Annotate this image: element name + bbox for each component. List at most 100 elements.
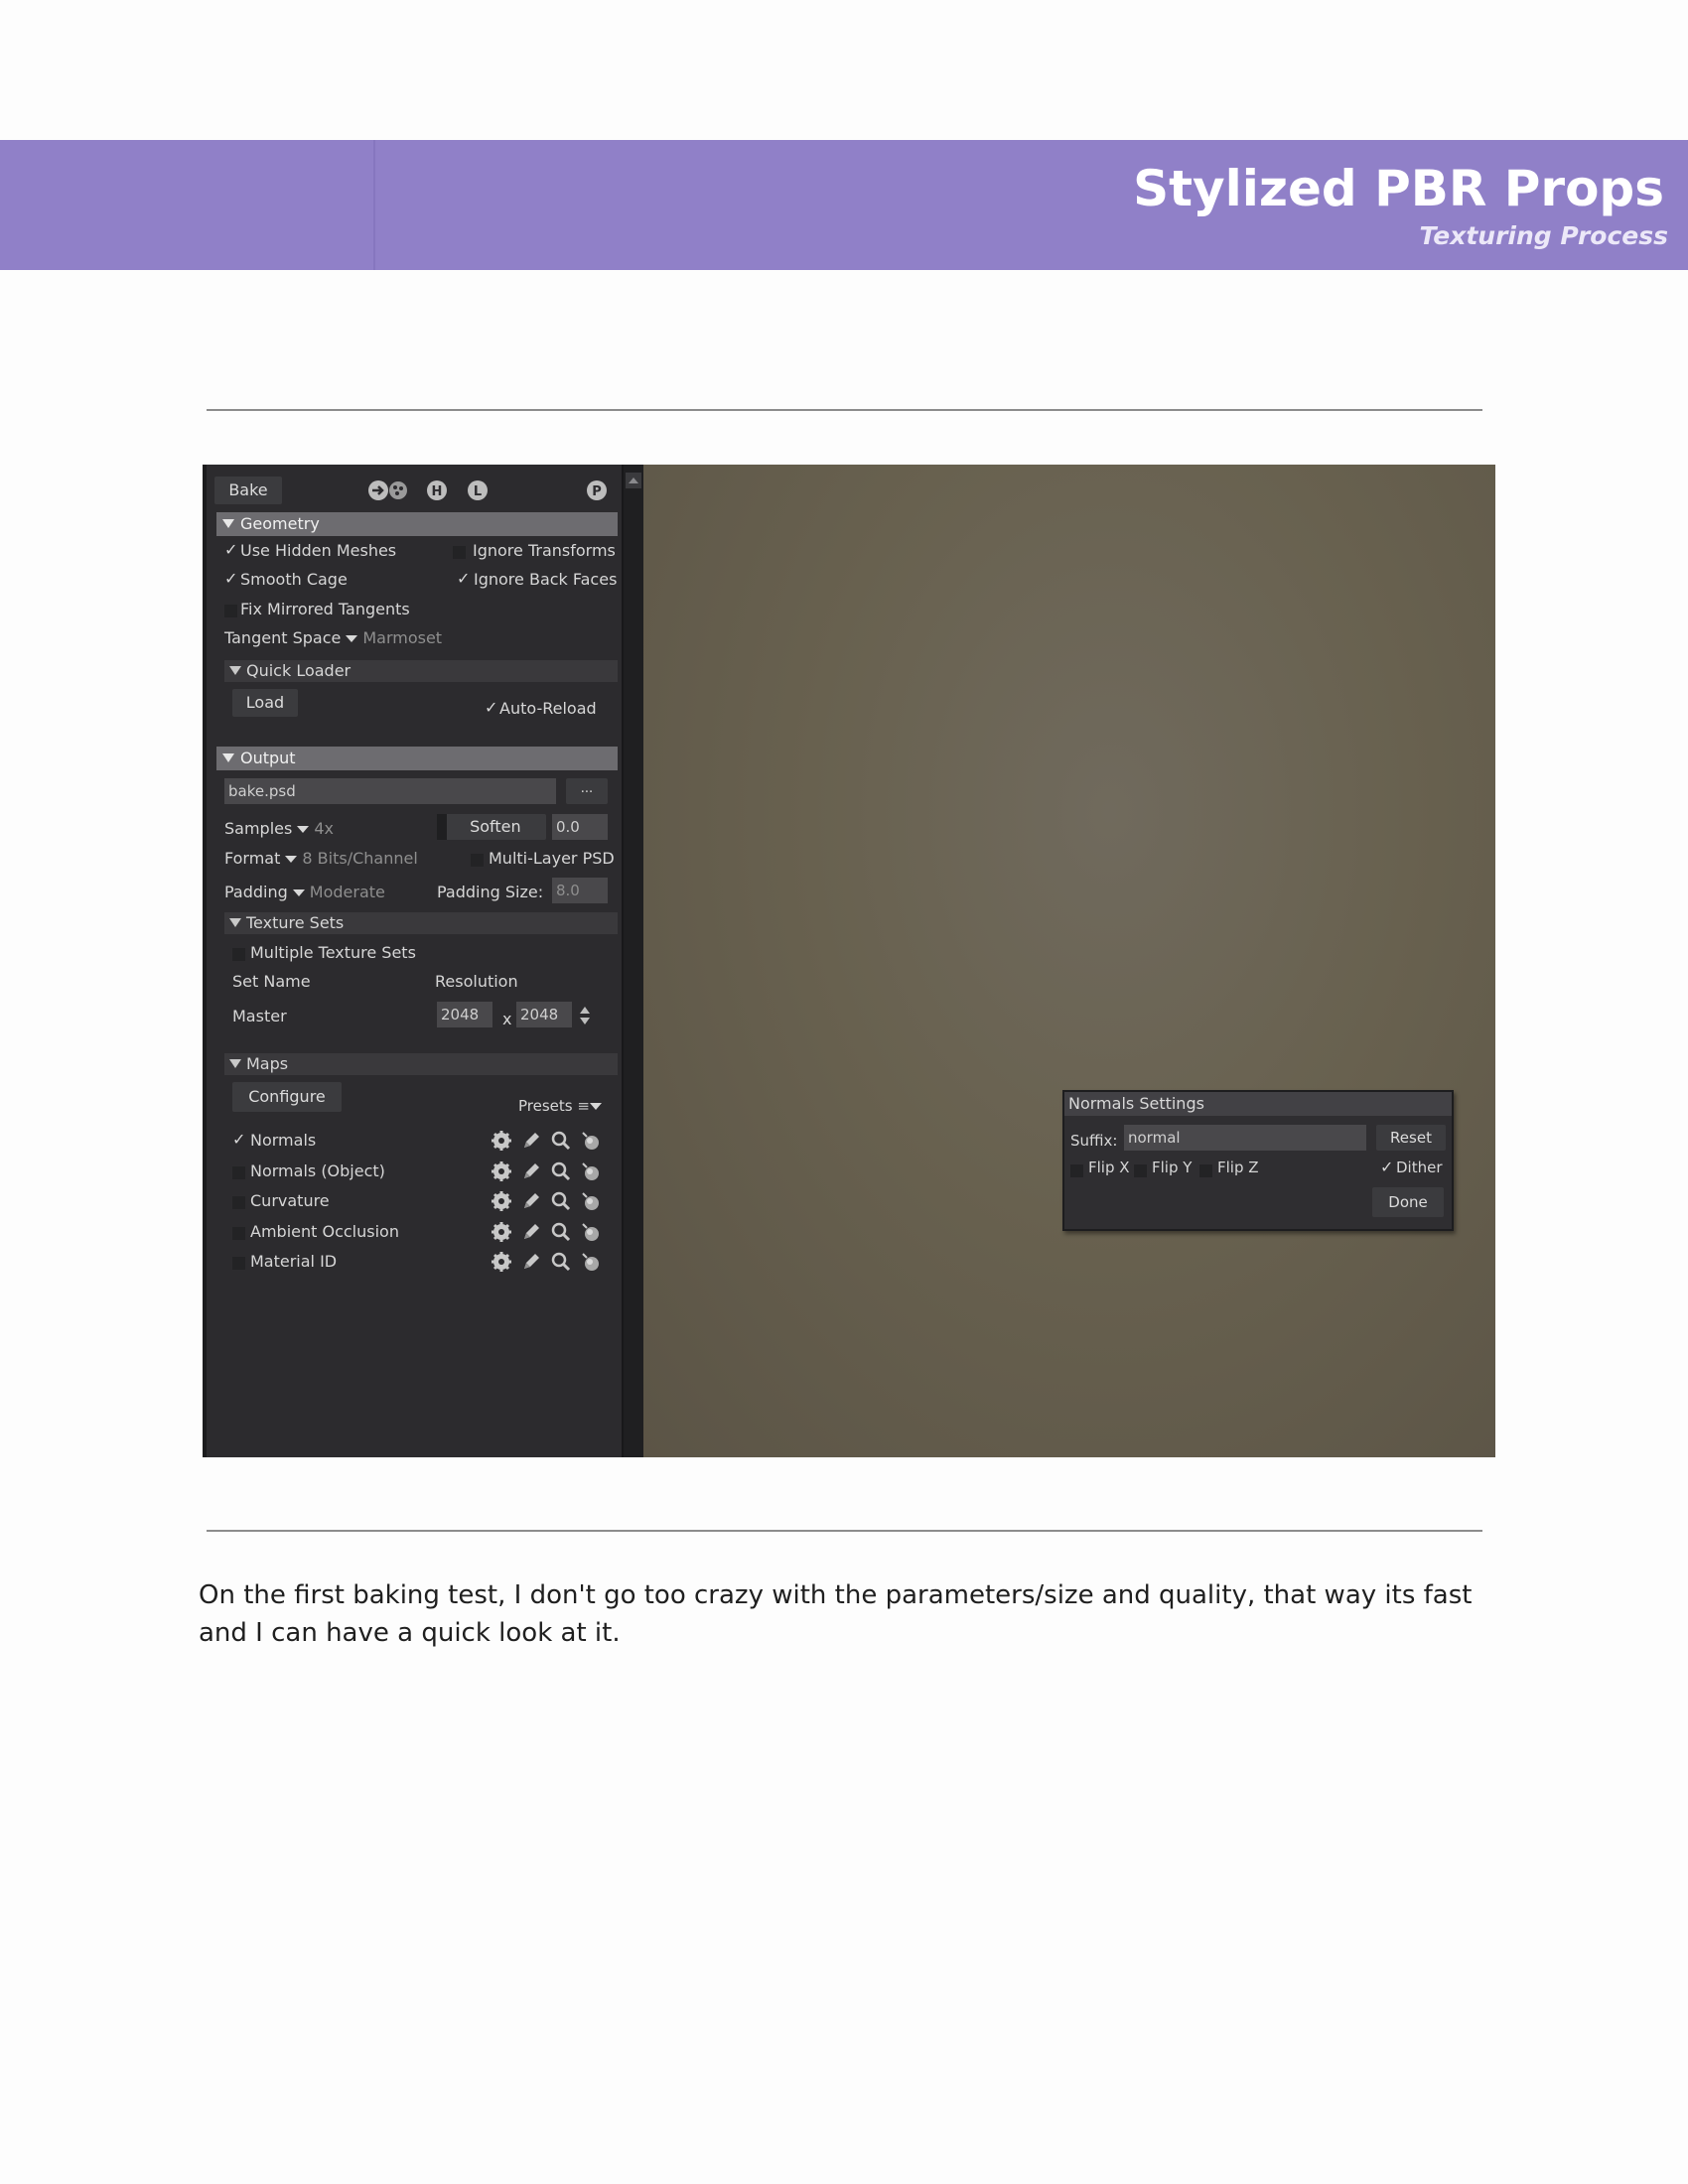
map-label[interactable]: Material ID (250, 1252, 337, 1271)
checkmark-icon[interactable]: ✓ (1380, 1158, 1393, 1176)
map-checkbox[interactable] (232, 1257, 245, 1270)
geometry-section-header[interactable]: Geometry (216, 512, 618, 536)
suffix-input[interactable]: normal (1124, 1125, 1366, 1151)
use-hidden-meshes-label[interactable]: Use Hidden Meshes (240, 541, 396, 560)
smooth-cage-label[interactable]: Smooth Cage (240, 570, 348, 589)
format-value: 8 Bits/Channel (302, 849, 418, 868)
tangent-space-dropdown[interactable]: Tangent Space Marmoset (224, 628, 442, 647)
checkmark-icon[interactable]: ✓ (232, 1130, 245, 1149)
quick-loader-section-header[interactable]: Quick Loader (224, 660, 618, 682)
pencil-icon[interactable] (520, 1190, 542, 1212)
fix-mirrored-tangents-label[interactable]: Fix Mirrored Tangents (240, 600, 410, 618)
checkmark-icon[interactable]: ✓ (224, 540, 237, 559)
map-label[interactable]: Normals (Object) (250, 1161, 385, 1180)
map-checkbox[interactable] (232, 1226, 245, 1240)
arrows-icon[interactable] (367, 479, 411, 501)
flip-x-checkbox[interactable] (1070, 1164, 1083, 1177)
magnifier-icon[interactable] (550, 1130, 572, 1152)
load-button[interactable]: Load (232, 689, 298, 717)
pencil-icon[interactable] (520, 1160, 542, 1182)
h-icon[interactable]: H (426, 479, 448, 501)
gear-icon[interactable] (491, 1130, 512, 1152)
scroll-up-arrow-icon[interactable] (626, 473, 641, 488)
map-row: Curvature (207, 1188, 622, 1216)
auto-reload-label[interactable]: Auto-Reload (499, 699, 597, 718)
maps-section-header[interactable]: Maps (224, 1053, 618, 1075)
svg-text:L: L (474, 484, 482, 499)
multilayer-psd-checkbox[interactable] (471, 854, 484, 867)
done-button[interactable]: Done (1372, 1187, 1444, 1217)
multiple-texture-sets-checkbox[interactable] (232, 948, 245, 961)
checkmark-icon[interactable]: ✓ (224, 569, 237, 588)
pencil-icon[interactable] (520, 1130, 542, 1152)
panel-scrollbar[interactable] (622, 465, 643, 1457)
gear-icon[interactable] (491, 1160, 512, 1182)
l-icon[interactable]: L (467, 479, 489, 501)
multiple-texture-sets-label[interactable]: Multiple Texture Sets (250, 943, 416, 962)
samples-label: Samples (224, 819, 293, 838)
ignore-transforms-checkbox[interactable] (453, 546, 466, 559)
screenshot: Bake H L P Geometry ✓ Use Hidden Meshes … (203, 465, 1495, 1457)
presets-label: Presets (518, 1097, 573, 1115)
flip-z-label[interactable]: Flip Z (1217, 1159, 1259, 1176)
soften-button[interactable]: Soften (437, 814, 546, 840)
checkmark-icon[interactable]: ✓ (457, 569, 470, 588)
map-label[interactable]: Ambient Occlusion (250, 1222, 399, 1241)
pencil-icon[interactable] (520, 1251, 542, 1273)
configure-button[interactable]: Configure (232, 1082, 342, 1112)
padding-value: Moderate (309, 883, 385, 901)
flip-y-label[interactable]: Flip Y (1152, 1159, 1192, 1176)
dither-label[interactable]: Dither (1396, 1159, 1443, 1176)
sphere-icon[interactable] (580, 1130, 602, 1152)
padding-size-field[interactable]: 8.0 (552, 878, 608, 903)
map-label[interactable]: Curvature (250, 1191, 330, 1210)
soften-label: Soften (470, 817, 521, 836)
samples-dropdown[interactable]: Samples 4x (224, 819, 334, 838)
resolution-width-field[interactable]: 2048 (437, 1002, 492, 1027)
flip-x-label[interactable]: Flip X (1088, 1159, 1130, 1176)
magnifier-icon[interactable] (550, 1251, 572, 1273)
dialog-title: Normals Settings (1064, 1092, 1452, 1116)
magnifier-icon[interactable] (550, 1160, 572, 1182)
ignore-transforms-label[interactable]: Ignore Transforms (473, 541, 616, 560)
magnifier-icon[interactable] (550, 1190, 572, 1212)
padding-dropdown[interactable]: Padding Moderate (224, 883, 385, 901)
output-section-header[interactable]: Output (216, 747, 618, 770)
flip-y-checkbox[interactable] (1134, 1164, 1147, 1177)
reset-button[interactable]: Reset (1376, 1125, 1446, 1151)
presets-dropdown[interactable]: Presets ≡ (518, 1097, 607, 1115)
stepper-icon[interactable] (578, 1004, 592, 1027)
map-row: Normals (Object) (207, 1159, 622, 1186)
gear-icon[interactable] (491, 1190, 512, 1212)
output-file-field[interactable]: bake.psd (224, 778, 556, 804)
magnifier-icon[interactable] (550, 1221, 572, 1243)
texture-sets-section-header[interactable]: Texture Sets (224, 912, 618, 934)
bake-button[interactable]: Bake (214, 477, 282, 504)
soften-value-field[interactable]: 0.0 (552, 814, 608, 840)
sphere-icon[interactable] (580, 1221, 602, 1243)
flip-z-checkbox[interactable] (1199, 1164, 1212, 1177)
gear-icon[interactable] (491, 1251, 512, 1273)
bake-panel: Bake H L P Geometry ✓ Use Hidden Meshes … (203, 465, 643, 1457)
format-dropdown[interactable]: Format 8 Bits/Channel (224, 849, 418, 868)
p-icon[interactable]: P (586, 479, 608, 501)
body-paragraph: On the first baking test, I don't go too… (199, 1580, 1473, 1648)
checkmark-icon[interactable]: ✓ (485, 698, 497, 717)
map-checkbox[interactable] (232, 1165, 245, 1179)
ignore-back-faces-label[interactable]: Ignore Back Faces (474, 570, 617, 589)
tangent-space-label: Tangent Space (224, 628, 342, 647)
map-label[interactable]: Normals (250, 1131, 316, 1150)
sphere-icon[interactable] (580, 1190, 602, 1212)
map-checkbox[interactable] (232, 1196, 245, 1209)
sphere-icon[interactable] (580, 1160, 602, 1182)
pencil-icon[interactable] (520, 1221, 542, 1243)
fix-mirrored-tangents-checkbox[interactable] (224, 605, 237, 617)
gear-icon[interactable] (491, 1221, 512, 1243)
resolution-height-field[interactable]: 2048 (516, 1002, 572, 1027)
dropdown-arrow-icon (589, 1103, 602, 1110)
3d-viewport[interactable] (639, 465, 1495, 1457)
multilayer-psd-label[interactable]: Multi-Layer PSD (489, 849, 615, 868)
sphere-icon[interactable] (580, 1251, 602, 1273)
browse-button[interactable]: ... (566, 778, 608, 804)
soften-slider-track[interactable] (437, 814, 447, 840)
